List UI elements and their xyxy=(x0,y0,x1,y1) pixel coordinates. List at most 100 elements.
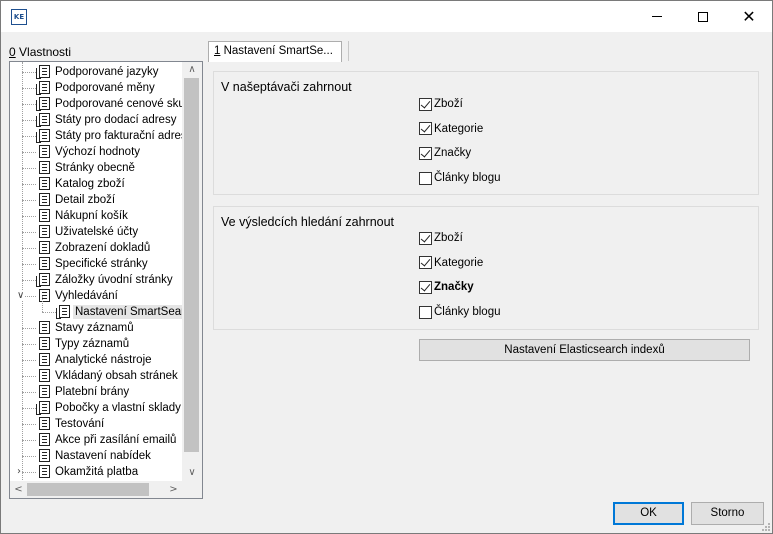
multi-doc-icon xyxy=(56,305,70,319)
dialog-window: KE ✕ 0 Vlastnosti Podporované jazyky Podp… xyxy=(0,0,773,534)
tree-connector-line xyxy=(22,72,36,73)
tree-item[interactable]: Typy záznamů xyxy=(10,336,182,352)
checkbox-option[interactable]: Značky xyxy=(419,145,471,161)
tree-item[interactable]: Detail zboží xyxy=(10,192,182,208)
tree-item-label: Specifické stránky xyxy=(55,258,148,270)
checkbox-option[interactable]: Kategorie xyxy=(419,121,483,137)
tree-item-label: Analytické nástroje xyxy=(55,354,152,366)
scroll-up-arrow-icon[interactable]: ∧ xyxy=(182,62,202,78)
tree-item-label: Podporované měny xyxy=(55,82,155,94)
checkbox-option[interactable]: Zboží xyxy=(419,230,463,246)
checkbox-label: Kategorie xyxy=(434,256,484,269)
tree-item[interactable]: Podporované cenové skupiny xyxy=(10,96,182,112)
close-button[interactable]: ✕ xyxy=(726,1,772,32)
multi-doc-icon xyxy=(36,81,50,95)
doc-icon xyxy=(39,257,50,270)
tree-item[interactable]: Zobrazení dokladů xyxy=(10,240,182,256)
tree-item[interactable]: ∨ Vyhledávání xyxy=(10,288,182,304)
checkbox-option[interactable]: Kategorie xyxy=(419,255,483,271)
tree-item-label: Pobočky a vlastní sklady xyxy=(55,402,181,414)
tree-item[interactable]: Analytické nástroje xyxy=(10,352,182,368)
doc-icon xyxy=(39,145,50,158)
checkbox-checked[interactable] xyxy=(419,280,432,294)
tree-item[interactable]: Nastavení nabídek xyxy=(10,448,182,464)
tree-connector-line xyxy=(22,440,36,441)
tree-item[interactable]: Specifické stránky xyxy=(10,256,182,272)
doc-icon xyxy=(39,417,50,430)
checkbox-checked[interactable] xyxy=(419,122,432,136)
maximize-button[interactable] xyxy=(680,1,726,32)
checkbox-label: Značky xyxy=(434,281,474,294)
tree-item[interactable]: Testování xyxy=(10,416,182,432)
tree-vertical-scrollbar[interactable]: ∧ ∨ xyxy=(182,62,202,481)
tree-horizontal-scrollbar[interactable]: < > xyxy=(10,481,182,498)
ok-button[interactable]: OK xyxy=(613,502,684,525)
doc-icon xyxy=(39,289,50,302)
properties-tree[interactable]: Podporované jazyky Podporované měny Podpor… xyxy=(9,61,203,499)
tree-item[interactable]: Podporované měny xyxy=(10,80,182,96)
resize-grip-icon[interactable] xyxy=(760,521,770,531)
tree-item[interactable]: Akce při zasílání emailů xyxy=(10,432,182,448)
doc-icon xyxy=(39,385,50,398)
tree-connector-line xyxy=(42,296,43,312)
tree-item-label: Typy záznamů xyxy=(55,338,130,350)
multi-doc-icon xyxy=(36,129,50,143)
expand-chevron-icon[interactable]: ∨ xyxy=(17,290,25,301)
checkbox-option[interactable]: Zboží xyxy=(419,96,463,112)
tree-item-label: Nastavení nabídek xyxy=(55,450,151,462)
tree-item[interactable]: Výchozí hodnoty xyxy=(10,144,182,160)
tree-item[interactable]: Záložky úvodní stránky xyxy=(10,272,182,288)
tree-connector-line xyxy=(22,88,36,89)
tree-connector-line xyxy=(22,184,36,185)
tree-item[interactable]: Platební brány xyxy=(10,384,182,400)
tree-item[interactable]: Podporované jazyky xyxy=(10,64,182,80)
tree-item-label: Zobrazení dokladů xyxy=(55,242,151,254)
tree-item-label: Nastavení SmartSearch xyxy=(73,305,182,319)
tree-connector-line xyxy=(22,472,36,473)
checkbox-unchecked[interactable] xyxy=(419,171,432,185)
checkbox-option[interactable]: Články blogu xyxy=(419,304,500,320)
tree-viewport: Podporované jazyky Podporované měny Podpor… xyxy=(10,62,182,481)
checkbox-unchecked[interactable] xyxy=(419,305,432,319)
tree-item[interactable]: Katalog zboží xyxy=(10,176,182,192)
scroll-down-arrow-icon[interactable]: ∨ xyxy=(182,465,202,481)
tree-connector-line xyxy=(22,200,36,201)
tree-item[interactable]: Pobočky a vlastní sklady xyxy=(10,400,182,416)
tree-item[interactable]: Nákupní košík xyxy=(10,208,182,224)
multi-doc-icon xyxy=(36,97,50,111)
doc-icon xyxy=(39,337,50,350)
scroll-left-arrow-icon[interactable]: < xyxy=(10,481,27,498)
tree-item[interactable]: Uživatelské účty xyxy=(10,224,182,240)
checkbox-checked[interactable] xyxy=(419,146,432,160)
doc-icon xyxy=(39,177,50,190)
tree-item[interactable]: Stránky obecně xyxy=(10,160,182,176)
checkbox-checked[interactable] xyxy=(419,231,432,245)
tree-item-label: Akce při zasílání emailů xyxy=(55,434,177,446)
vertical-scroll-thumb[interactable] xyxy=(184,78,199,452)
tree-item[interactable]: Stavy záznamů xyxy=(10,320,182,336)
horizontal-scroll-thumb[interactable] xyxy=(27,483,149,496)
tree-item[interactable]: Státy pro dodací adresy xyxy=(10,112,182,128)
close-icon: ✕ xyxy=(742,6,756,26)
elasticsearch-settings-button[interactable]: Nastavení Elasticsearch indexů xyxy=(419,339,750,361)
tree-item-label: Výchozí hodnoty xyxy=(55,146,141,158)
doc-icon xyxy=(39,369,50,382)
scroll-right-arrow-icon[interactable]: > xyxy=(165,481,182,498)
minimize-icon xyxy=(652,16,662,17)
tree-item[interactable]: › Okamžitá platba xyxy=(10,464,182,480)
tree-connector-line xyxy=(22,168,36,169)
properties-label: 0 Vlastnosti xyxy=(9,45,71,59)
checkbox-option[interactable]: Články blogu xyxy=(419,170,500,186)
collapse-chevron-icon[interactable]: › xyxy=(17,466,21,477)
cancel-button[interactable]: Storno xyxy=(691,502,764,525)
checkbox-checked[interactable] xyxy=(419,97,432,111)
tab-smartsearch-settings[interactable]: 1 Nastavení SmartSe... xyxy=(208,41,342,62)
checkbox-checked[interactable] xyxy=(419,256,432,270)
tree-item[interactable]: Státy pro fakturační adresy xyxy=(10,128,182,144)
checkbox-option[interactable]: Značky xyxy=(419,279,474,295)
checkbox-label: Články blogu xyxy=(434,306,501,319)
tree-item[interactable]: Nastavení SmartSearch xyxy=(10,296,182,320)
tree-item[interactable]: Vkládaný obsah stránek xyxy=(10,368,182,384)
minimize-button[interactable] xyxy=(634,1,680,32)
doc-icon xyxy=(39,161,50,174)
